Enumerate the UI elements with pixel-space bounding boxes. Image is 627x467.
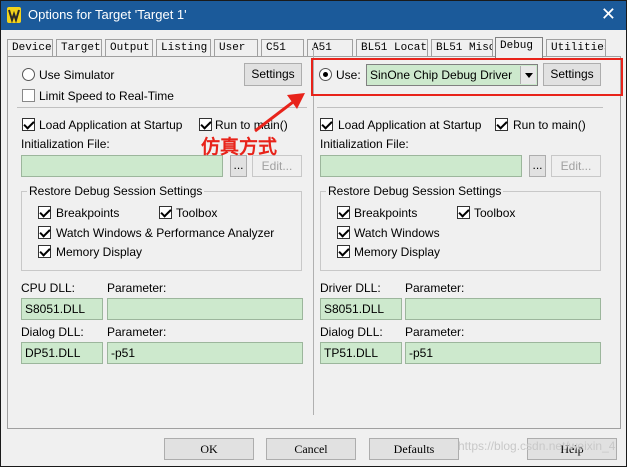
left-dialog-param-label: Parameter: bbox=[107, 325, 167, 339]
left-load-app-label: Load Application at Startup bbox=[39, 118, 183, 132]
left-toolbox-label: Toolbox bbox=[176, 206, 218, 220]
tab-output[interactable]: Output bbox=[105, 39, 153, 57]
limit-speed-label: Limit Speed to Real-Time bbox=[39, 89, 174, 103]
tab-bl51-misc[interactable]: BL51 Misc bbox=[431, 39, 493, 57]
left-dialog-dll-input[interactable]: DP51.DLL bbox=[21, 342, 103, 364]
right-run-main-checkbox[interactable] bbox=[495, 118, 508, 131]
vertical-divider bbox=[313, 45, 314, 415]
right-browse-button[interactable]: ... bbox=[529, 155, 546, 177]
left-memory-checkbox[interactable] bbox=[38, 245, 51, 258]
right-separator bbox=[317, 107, 603, 108]
defaults-button[interactable]: Defaults bbox=[369, 438, 459, 460]
driver-param-input[interactable] bbox=[405, 298, 601, 320]
limit-speed-checkbox[interactable] bbox=[22, 89, 35, 102]
left-memory-label: Memory Display bbox=[56, 245, 143, 259]
ok-button[interactable]: OK bbox=[164, 438, 254, 460]
cpu-param-input[interactable] bbox=[107, 298, 303, 320]
right-dialog-dll-label: Dialog DLL: bbox=[320, 325, 383, 339]
right-watch-label: Watch Windows bbox=[354, 226, 440, 240]
cpu-dll-label: CPU DLL: bbox=[21, 281, 76, 295]
tab-bl51-locate[interactable]: BL51 Locate bbox=[356, 39, 428, 57]
left-breakpoints-checkbox[interactable] bbox=[38, 206, 51, 219]
right-dialog-param-label: Parameter: bbox=[405, 325, 465, 339]
dialog-window: Options for Target 'Target 1' ✕ Device T… bbox=[0, 0, 627, 467]
left-load-app-checkbox[interactable] bbox=[22, 118, 35, 131]
tab-c51[interactable]: C51 bbox=[261, 39, 304, 57]
right-breakpoints-label: Breakpoints bbox=[354, 206, 418, 220]
left-dialog-dll-label: Dialog DLL: bbox=[21, 325, 84, 339]
driver-select[interactable]: SinOne Chip Debug Driver bbox=[366, 64, 538, 86]
right-dialog-dll-input[interactable]: TP51.DLL bbox=[320, 342, 402, 364]
left-toolbox-checkbox[interactable] bbox=[159, 206, 172, 219]
right-run-main-label: Run to main() bbox=[513, 118, 586, 132]
right-memory-label: Memory Display bbox=[354, 245, 441, 259]
cancel-button[interactable]: Cancel bbox=[266, 438, 356, 460]
right-restore-title: Restore Debug Session Settings bbox=[326, 184, 504, 198]
driver-settings-button[interactable]: Settings bbox=[543, 63, 601, 86]
use-simulator-label: Use Simulator bbox=[39, 68, 115, 82]
window-title: Options for Target 'Target 1' bbox=[28, 7, 187, 22]
title-bar: Options for Target 'Target 1' ✕ bbox=[1, 1, 626, 30]
tab-user[interactable]: User bbox=[214, 39, 258, 57]
driver-dll-label: Driver DLL: bbox=[320, 281, 381, 295]
use-label: Use: bbox=[336, 68, 361, 82]
right-init-file-input[interactable] bbox=[320, 155, 522, 177]
close-icon[interactable]: ✕ bbox=[601, 4, 616, 25]
left-init-file-label: Initialization File: bbox=[21, 137, 110, 151]
watermark: https://blog.csdn.net/weixin_4 bbox=[458, 439, 616, 453]
right-toolbox-checkbox[interactable] bbox=[457, 206, 470, 219]
chevron-down-icon[interactable] bbox=[520, 66, 536, 84]
annotation-arrow-icon bbox=[254, 93, 305, 133]
right-toolbox-label: Toolbox bbox=[474, 206, 516, 220]
left-watch-checkbox[interactable] bbox=[38, 226, 51, 239]
right-load-app-checkbox[interactable] bbox=[320, 118, 333, 131]
simulator-settings-button[interactable]: Settings bbox=[244, 63, 302, 86]
tab-debug[interactable]: Debug bbox=[495, 37, 543, 58]
annotation-label: 仿真方式 bbox=[201, 137, 278, 158]
right-edit-button[interactable]: Edit... bbox=[551, 155, 601, 177]
left-dialog-param-input[interactable]: -p51 bbox=[107, 342, 303, 364]
right-init-file-label: Initialization File: bbox=[320, 137, 409, 151]
driver-dll-input[interactable]: S8051.DLL bbox=[320, 298, 402, 320]
right-watch-checkbox[interactable] bbox=[337, 226, 350, 239]
keil-logo-icon bbox=[7, 7, 21, 23]
left-run-main-checkbox[interactable] bbox=[199, 118, 212, 131]
use-simulator-radio[interactable] bbox=[22, 68, 35, 81]
driver-param-label: Parameter: bbox=[405, 281, 465, 295]
right-dialog-param-input[interactable]: -p51 bbox=[405, 342, 601, 364]
left-watch-label: Watch Windows & Performance Analyzer bbox=[56, 226, 275, 240]
right-load-app-label: Load Application at Startup bbox=[338, 118, 482, 132]
tab-device[interactable]: Device bbox=[7, 39, 53, 57]
right-memory-checkbox[interactable] bbox=[337, 245, 350, 258]
use-driver-radio[interactable] bbox=[319, 68, 332, 81]
tab-utilities[interactable]: Utilities bbox=[546, 39, 606, 57]
left-breakpoints-label: Breakpoints bbox=[56, 206, 120, 220]
right-breakpoints-checkbox[interactable] bbox=[337, 206, 350, 219]
tab-listing[interactable]: Listing bbox=[156, 39, 211, 57]
left-restore-title: Restore Debug Session Settings bbox=[27, 184, 205, 198]
cpu-param-label: Parameter: bbox=[107, 281, 167, 295]
driver-select-value: SinOne Chip Debug Driver bbox=[370, 68, 513, 82]
cpu-dll-input[interactable]: S8051.DLL bbox=[21, 298, 103, 320]
left-init-file-input[interactable] bbox=[21, 155, 223, 177]
tab-target[interactable]: Target bbox=[56, 39, 102, 57]
